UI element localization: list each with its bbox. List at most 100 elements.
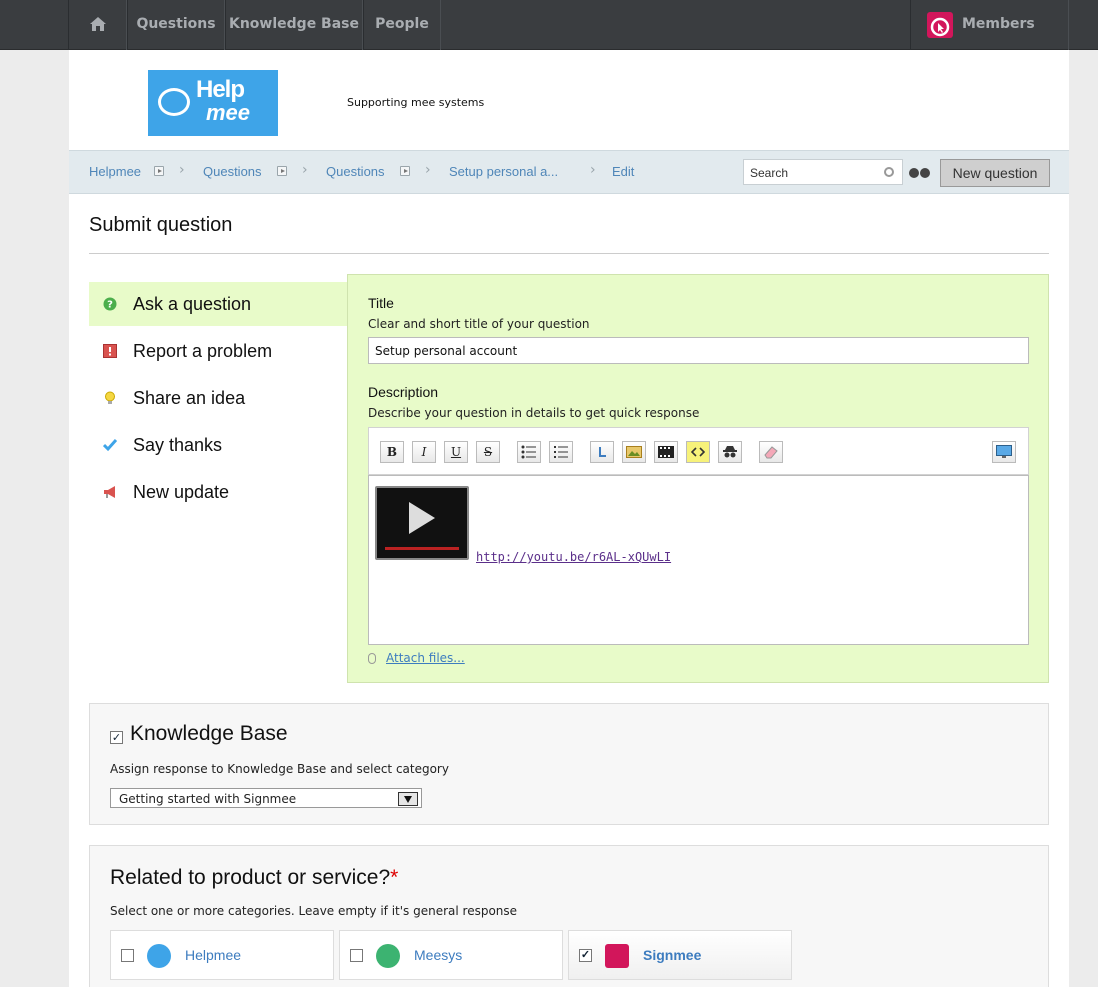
chat-bubble-icon: [158, 88, 190, 116]
menu-item-label: Report a problem: [133, 341, 273, 361]
required-marker: *: [390, 866, 399, 889]
product-checkbox[interactable]: [350, 949, 363, 962]
search-icon[interactable]: [884, 167, 894, 177]
nav-knowledge-base[interactable]: Knowledge Base: [225, 0, 363, 50]
new-question-button[interactable]: New question: [940, 159, 1050, 187]
divider: [89, 253, 1049, 254]
share-icon: [376, 944, 400, 968]
breadcrumb-separator-icon: ›: [302, 162, 308, 178]
knowledge-base-subtitle: Assign response to Knowledge Base and se…: [110, 762, 449, 776]
home-icon: [90, 17, 106, 31]
product-option-meesys[interactable]: Meesys: [339, 930, 563, 980]
code-button[interactable]: [686, 441, 710, 463]
video-progress-bar: [385, 547, 459, 550]
clear-format-button[interactable]: [759, 441, 783, 463]
lightbulb-icon: [105, 391, 115, 404]
italic-button[interactable]: I: [412, 441, 436, 463]
play-icon: [409, 502, 435, 534]
breadcrumb-separator-icon: ›: [425, 162, 431, 178]
related-title: Related to product or service?*: [110, 866, 399, 889]
main-content: Submit question ? Ask a question Report …: [69, 194, 1069, 987]
breadcrumb-item-helpmee[interactable]: Helpmee: [89, 164, 141, 179]
title-input[interactable]: Setup personal account: [368, 337, 1029, 364]
alert-icon: [103, 344, 117, 358]
menu-item-say-thanks[interactable]: Say thanks: [89, 423, 347, 467]
knowledge-base-section: ✓ Knowledge Base Assign response to Know…: [89, 703, 1049, 825]
menu-item-ask-question[interactable]: ? Ask a question: [89, 282, 347, 326]
dropdown-arrow-icon[interactable]: [154, 166, 164, 176]
knowledge-base-title: Knowledge Base: [130, 722, 288, 745]
breadcrumb-item-questions-2[interactable]: Questions: [326, 164, 385, 179]
nav-questions[interactable]: Questions: [127, 0, 225, 50]
product-checkbox[interactable]: [121, 949, 134, 962]
helpmee-logo[interactable]: Help mee: [148, 70, 278, 136]
video-button[interactable]: [654, 441, 678, 463]
fullscreen-button[interactable]: [992, 441, 1016, 463]
chevron-down-icon[interactable]: [398, 792, 418, 806]
breadcrumb-separator-icon: ›: [590, 162, 596, 178]
underline-button[interactable]: U: [444, 441, 468, 463]
related-product-section: Related to product or service?* Select o…: [89, 845, 1049, 987]
eraser-icon: [764, 446, 778, 459]
product-option-signmee[interactable]: ✓ Signmee: [568, 930, 792, 980]
video-link[interactable]: http://youtu.be/r6AL-xQUwLI: [476, 550, 671, 564]
spy-button[interactable]: [718, 441, 742, 463]
title-label: Title: [368, 295, 394, 311]
image-icon: [626, 446, 642, 458]
menu-item-label: Say thanks: [133, 435, 223, 455]
bold-button[interactable]: B: [380, 441, 404, 463]
breadcrumb-item-setup[interactable]: Setup personal a...: [449, 164, 558, 179]
image-button[interactable]: [622, 441, 646, 463]
menu-item-label: Ask a question: [133, 294, 252, 314]
link-icon: [599, 447, 606, 457]
site-tagline: Supporting mee systems: [347, 96, 485, 109]
category-select[interactable]: Getting started with Signmee: [110, 788, 422, 808]
paperclip-icon: [368, 653, 376, 664]
search-input[interactable]: Search: [743, 159, 903, 185]
attach-files-link[interactable]: Attach files...: [386, 651, 465, 665]
megaphone-icon: [104, 486, 115, 498]
film-icon: [658, 446, 674, 458]
breadcrumb-item-edit[interactable]: Edit: [612, 164, 634, 179]
monitor-icon: [996, 445, 1012, 458]
menu-item-report-problem[interactable]: Report a problem: [89, 329, 347, 373]
menu-item-label: New update: [133, 482, 230, 502]
site-header: Help mee Supporting mee systems: [69, 50, 1069, 150]
menu-item-label: Share an idea: [133, 388, 246, 408]
dropdown-arrow-icon[interactable]: [400, 166, 410, 176]
description-label: Description: [368, 384, 439, 400]
related-subtitle: Select one or more categories. Leave emp…: [110, 904, 518, 918]
spy-icon: [723, 446, 737, 458]
nav-members-area[interactable]: Members area: [910, 0, 1069, 80]
description-hint: Describe your question in details to get…: [368, 406, 700, 420]
top-nav: Questions Knowledge Base People Members …: [0, 0, 1098, 80]
product-label: Helpmee: [185, 947, 242, 963]
menu-item-share-idea[interactable]: Share an idea: [89, 376, 347, 420]
numbered-list-button[interactable]: [549, 441, 573, 463]
product-option-helpmee[interactable]: Helpmee: [110, 930, 334, 980]
binoculars-icon[interactable]: [909, 165, 931, 179]
editor-toolbar: B I U S: [368, 427, 1029, 475]
video-thumbnail[interactable]: [375, 486, 469, 560]
nav-people[interactable]: People: [363, 0, 441, 50]
title-hint: Clear and short title of your question: [368, 317, 590, 331]
svg-text:?: ?: [107, 300, 113, 311]
numbered-list-icon: [554, 446, 568, 458]
breadcrumb-item-questions[interactable]: Questions: [203, 164, 262, 179]
nav-home[interactable]: [68, 0, 127, 50]
strikethrough-button[interactable]: S: [476, 441, 500, 463]
dropdown-arrow-icon[interactable]: [277, 166, 287, 176]
helpmee-logo-icon: [147, 944, 171, 968]
product-label: Meesys: [414, 947, 463, 963]
description-editor[interactable]: http://youtu.be/r6AL-xQUwLI: [368, 475, 1029, 645]
menu-item-new-update[interactable]: New update: [89, 470, 347, 514]
code-icon: [690, 447, 706, 457]
bullet-list-button[interactable]: [517, 441, 541, 463]
breadcrumb-separator-icon: ›: [179, 162, 185, 178]
product-checkbox[interactable]: ✓: [579, 949, 592, 962]
link-button[interactable]: [590, 441, 614, 463]
question-icon: ?: [103, 297, 117, 311]
question-form-panel: Title Clear and short title of your ques…: [347, 274, 1049, 683]
knowledge-base-checkbox[interactable]: ✓: [110, 731, 123, 744]
signmee-logo-icon: [927, 12, 953, 38]
